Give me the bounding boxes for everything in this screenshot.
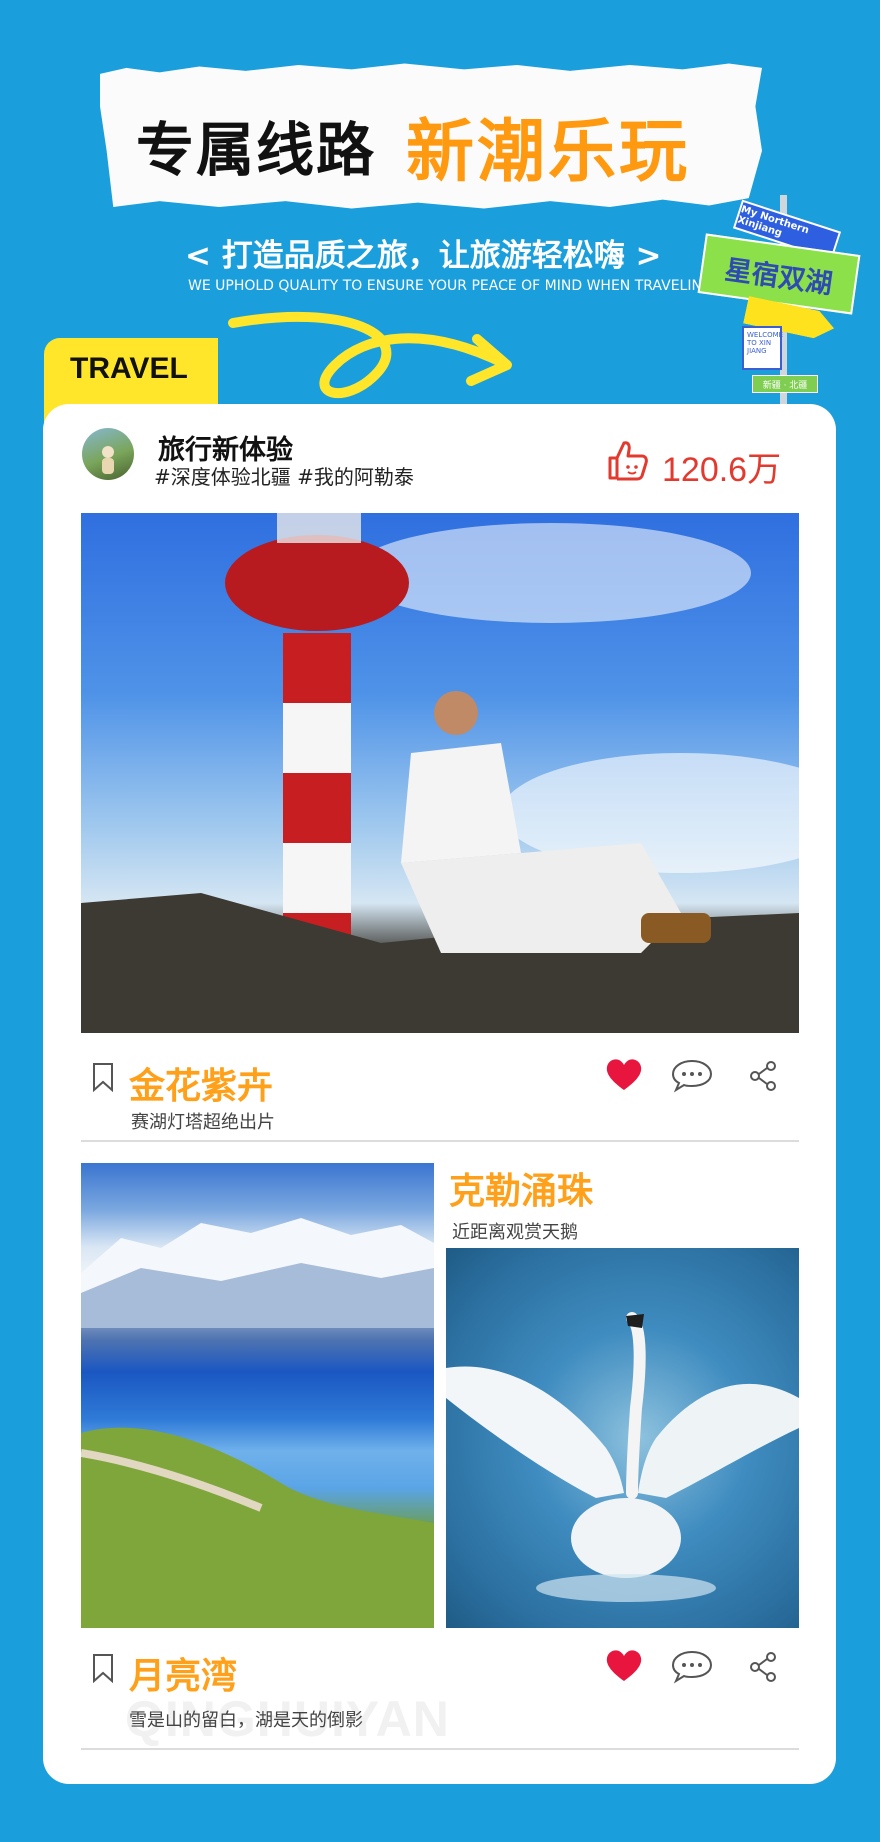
heart-icon[interactable] — [605, 1058, 643, 1092]
sign-welcome: WELCOME TO XIN JIANG — [742, 326, 783, 370]
avatar[interactable] — [82, 428, 134, 480]
item-title: 金花紫卉 — [129, 1066, 274, 1107]
swirl-arrow-icon — [228, 311, 512, 399]
bookmark-icon[interactable] — [92, 1062, 114, 1092]
item-subtitle: 近距离观赏天鹅 — [452, 1222, 578, 1243]
bookmark-icon[interactable] — [92, 1653, 114, 1683]
heart-icon[interactable] — [605, 1649, 643, 1683]
item-subtitle: 雪是山的留白，湖是天的倒影 — [129, 1710, 363, 1731]
slogan-english: WE UPHOLD QUALITY TO ENSURE YOUR PEACE O… — [188, 278, 713, 294]
travel-tag-label: TRAVEL — [70, 352, 188, 385]
item-title: 月亮湾 — [129, 1656, 238, 1697]
comment-icon[interactable] — [671, 1059, 713, 1093]
thumbs-up-icon[interactable] — [604, 438, 650, 484]
photo-lighthouse — [81, 513, 799, 1033]
hashtags[interactable]: #深度体验北疆 #我的阿勒泰 — [154, 461, 414, 490]
likes-count: 120.6万 — [662, 451, 782, 489]
item-subtitle: 赛湖灯塔超绝出片 — [131, 1112, 275, 1133]
share-icon[interactable] — [748, 1060, 778, 1092]
lake-scene-icon — [81, 1218, 434, 1628]
item-title: 克勒涌珠 — [449, 1171, 594, 1212]
sign-bottom: 新疆 · 北疆 — [752, 375, 818, 393]
lighthouse-scene-icon — [81, 513, 799, 1033]
headline-black: 专属线路 — [136, 116, 377, 184]
divider — [81, 1748, 799, 1750]
comment-icon[interactable] — [671, 1650, 713, 1684]
divider — [81, 1140, 799, 1142]
photo-lake — [81, 1163, 434, 1628]
photo-swan — [446, 1248, 799, 1628]
swan-scene-icon — [446, 1312, 799, 1602]
avatar-person-icon — [102, 446, 114, 474]
slogan: < 打造品质之旅，让旅游轻松嗨 > — [185, 238, 662, 274]
share-icon[interactable] — [748, 1651, 778, 1683]
headline-orange: 新潮乐玩 — [406, 113, 691, 192]
